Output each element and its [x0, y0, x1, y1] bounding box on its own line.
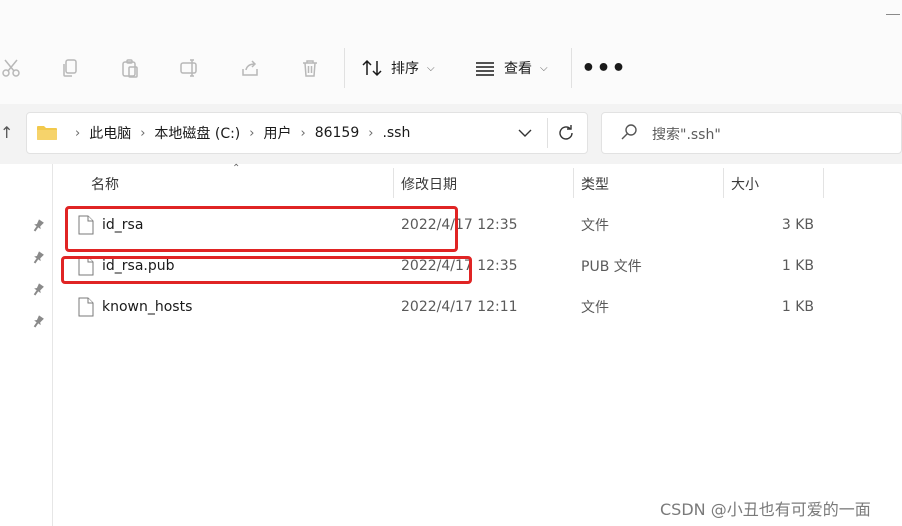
column-divider[interactable] — [823, 168, 824, 198]
address-divider — [547, 118, 548, 148]
chevron-right-icon: › — [368, 125, 374, 141]
pin-icon[interactable] — [30, 250, 46, 266]
view-button[interactable]: 查看 ⌵ — [474, 54, 548, 82]
view-label: 查看 — [504, 61, 532, 77]
breadcrumb-item[interactable]: 本地磁盘 (C:) — [154, 123, 240, 143]
search-input[interactable] — [601, 112, 902, 154]
search-placeholder: 搜索".ssh" — [652, 127, 721, 143]
file-size: 1 KB — [781, 299, 814, 315]
refresh-icon[interactable] — [556, 123, 576, 143]
delete-icon[interactable] — [295, 53, 325, 83]
breadcrumb: › 此电脑 › 本地磁盘 (C:) › 用户 › 86159 › .ssh — [66, 112, 410, 154]
chevron-down-icon: ⌵ — [540, 62, 548, 74]
address-dropdown-icon[interactable] — [516, 124, 534, 142]
breadcrumb-item[interactable]: 86159 — [315, 125, 360, 141]
file-modified: 2022/4/17 12:11 — [401, 299, 518, 315]
file-size: 1 KB — [781, 258, 814, 274]
sort-label: 排序 — [391, 61, 419, 77]
column-header-size[interactable]: 大小 — [731, 170, 759, 198]
column-header-name[interactable]: 名称 — [91, 170, 119, 198]
breadcrumb-item[interactable]: 此电脑 — [89, 123, 131, 143]
folder-icon — [37, 126, 57, 140]
copy-icon[interactable] — [55, 53, 85, 83]
file-icon — [78, 297, 94, 317]
minimize-icon[interactable] — [886, 14, 900, 15]
file-size: 3 KB — [781, 217, 814, 233]
more-options-button[interactable]: ••• — [581, 54, 625, 82]
command-bar — [0, 0, 902, 104]
breadcrumb-item[interactable]: .ssh — [382, 125, 410, 141]
column-divider[interactable] — [723, 168, 724, 198]
highlight-box — [65, 206, 458, 252]
column-divider[interactable] — [573, 168, 574, 198]
search-icon — [621, 124, 637, 140]
toolbar-divider — [571, 48, 572, 88]
file-type: PUB 文件 — [581, 259, 642, 275]
rename-icon[interactable] — [175, 53, 205, 83]
pin-icon[interactable] — [30, 218, 46, 234]
file-name[interactable]: known_hosts — [102, 289, 192, 325]
share-icon[interactable] — [235, 53, 265, 83]
sort-button[interactable]: 排序 ⌵ — [361, 54, 435, 82]
file-type: 文件 — [581, 300, 609, 316]
paste-icon[interactable] — [115, 53, 145, 83]
chevron-down-icon: ⌵ — [427, 62, 435, 74]
chevron-right-icon: › — [75, 125, 81, 141]
pin-icon[interactable] — [30, 314, 46, 330]
highlight-box — [61, 256, 472, 284]
toolbar-divider — [344, 48, 345, 88]
pin-icon[interactable] — [30, 282, 46, 298]
chevron-right-icon: › — [300, 125, 306, 141]
chevron-right-icon: › — [249, 125, 255, 141]
sort-icon — [362, 59, 382, 77]
breadcrumb-item[interactable]: 用户 — [263, 123, 291, 143]
file-type: 文件 — [581, 218, 609, 234]
column-header-type[interactable]: 类型 — [581, 170, 609, 198]
column-divider[interactable] — [393, 168, 394, 198]
cut-icon[interactable] — [0, 53, 26, 83]
view-icon — [476, 62, 494, 76]
chevron-right-icon: › — [140, 125, 146, 141]
up-arrow-icon[interactable]: ↑ — [0, 117, 14, 147]
watermark: CSDN @小丑也有可爱的一面 — [660, 500, 871, 519]
sort-ascending-icon: ⌃ — [232, 163, 241, 174]
column-header-modified[interactable]: 修改日期 — [401, 170, 457, 198]
